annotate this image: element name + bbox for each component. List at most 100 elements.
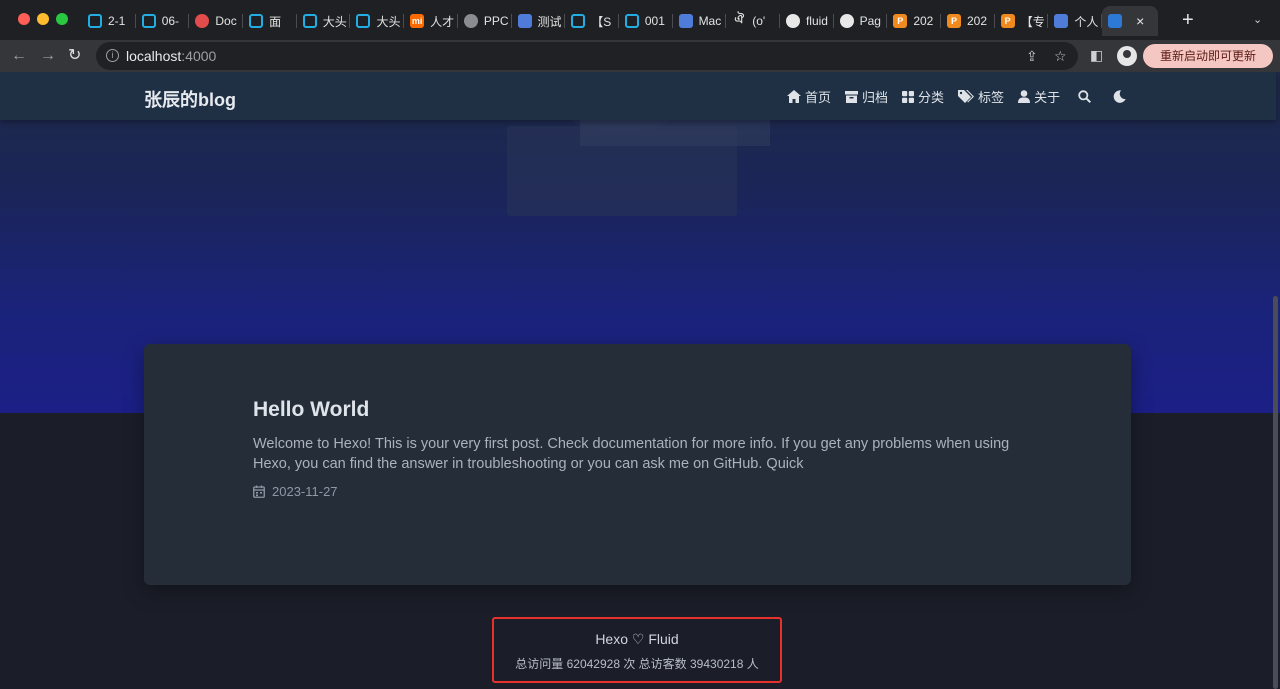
- browser-tab[interactable]: 001: [619, 6, 673, 36]
- browser-tab[interactable]: mi 人才: [404, 6, 458, 36]
- browser-tab[interactable]: Pag: [834, 6, 888, 36]
- bilibili-icon: [249, 14, 264, 28]
- nav-label: 关于: [1034, 90, 1061, 105]
- page-scrollbar[interactable]: [1273, 296, 1278, 689]
- tab-label: (o': [752, 14, 766, 28]
- browser-tab[interactable]: 大头: [297, 6, 351, 36]
- forward-arrow-icon[interactable]: →: [40, 46, 56, 66]
- post-excerpt[interactable]: Welcome to Hexo! This is your very first…: [253, 434, 1023, 474]
- url-host: localhost: [126, 48, 182, 64]
- relaunch-update-button[interactable]: 重新启动即可更新: [1143, 44, 1273, 68]
- ppt-icon: P: [1000, 14, 1015, 28]
- bilibili-icon: [571, 14, 586, 28]
- globe-icon: [463, 14, 478, 28]
- fluid-icon: [1108, 14, 1123, 28]
- browser-tab[interactable]: fluid: [780, 6, 834, 36]
- bookmark-star-icon[interactable]: ☆: [1054, 48, 1067, 65]
- mi-icon: mi: [410, 14, 425, 28]
- tab-label: 202: [967, 14, 988, 28]
- user-icon: [1018, 90, 1031, 103]
- tab-label: fluid: [805, 14, 828, 28]
- browser-tab[interactable]: ঐ (o': [726, 6, 780, 36]
- site-brand[interactable]: 张辰的blog: [144, 86, 236, 112]
- red-circle-icon: [195, 14, 210, 28]
- ppt-icon: P: [947, 14, 961, 28]
- footer-visit-stats: 总访问量 62042928 次 总访客数 39430218 人: [515, 657, 759, 671]
- tab-label: 2-1: [108, 14, 126, 28]
- tab-search-chevron-icon[interactable]: ⌄: [1253, 13, 1262, 26]
- nav-item-about[interactable]: 关于: [1018, 87, 1060, 106]
- address-bar[interactable]: i localhost:4000 ⇪ ☆: [96, 42, 1078, 70]
- page-viewport: 张辰的blog 首页 归档 分类 标签 关于 Hello World Welco…: [0, 72, 1280, 689]
- nav-item-tags[interactable]: 标签: [958, 87, 1004, 106]
- minimize-window-button[interactable]: [37, 13, 49, 25]
- browser-tab[interactable]: 2-1: [82, 6, 136, 36]
- doc-icon: [1054, 14, 1069, 28]
- tab-label: 个人: [1074, 14, 1099, 29]
- browser-tab[interactable]: P 202: [887, 6, 941, 36]
- post-title[interactable]: Hello World: [253, 398, 369, 422]
- nav-item-categories[interactable]: 分类: [902, 87, 944, 106]
- nav-label: 标签: [978, 90, 1005, 105]
- bilibili-icon: [302, 14, 317, 28]
- post-card: Hello World Welcome to Hexo! This is you…: [144, 344, 1131, 585]
- tab-label: Doc: [215, 14, 237, 28]
- grid-icon: [902, 90, 915, 103]
- browser-toolbar: ← → ↻ i localhost:4000 ⇪ ☆ ◧ 重新启动即可更新: [0, 40, 1280, 72]
- nav-menu: 首页 归档 分类 标签 关于: [787, 87, 1144, 106]
- browser-tab[interactable]: 【S: [565, 6, 619, 36]
- zoom-window-button[interactable]: [56, 13, 68, 25]
- nav-item-home[interactable]: 首页: [787, 87, 831, 106]
- browser-tab[interactable]: 06-: [136, 6, 190, 36]
- new-tab-button[interactable]: +: [1182, 9, 1194, 31]
- url-text[interactable]: localhost:4000: [126, 48, 216, 64]
- browser-tab-strip: 2-1 06- Doc 面 大头 大头 mi 人才 PPC 测试 【S 001 M…: [0, 0, 1280, 40]
- github-icon: [839, 14, 854, 28]
- ppt-icon: P: [893, 14, 908, 28]
- tab-label: Mac: [698, 14, 722, 28]
- doc-icon: [678, 14, 693, 28]
- reload-icon[interactable]: ↻: [68, 46, 81, 66]
- site-navbar: 张辰的blog 首页 归档 分类 标签 关于: [0, 72, 1276, 120]
- bilibili-icon: [141, 14, 156, 28]
- dark-mode-toggle[interactable]: [1113, 90, 1126, 103]
- post-meta: 2023-11-27: [253, 484, 338, 499]
- symbol-icon: ঐ: [734, 12, 745, 26]
- active-browser-tab[interactable]: ×: [1102, 6, 1159, 36]
- tab-label: 测试: [537, 14, 562, 29]
- bilibili-icon: [356, 14, 371, 28]
- back-arrow-icon[interactable]: ←: [11, 46, 27, 66]
- browser-tab[interactable]: Mac: [673, 6, 727, 36]
- tab-label: 【专: [1020, 14, 1045, 29]
- bilibili-icon: [624, 14, 639, 28]
- search-button[interactable]: [1078, 90, 1092, 103]
- nav-label: 归档: [862, 90, 889, 105]
- browser-tab[interactable]: 个人: [1048, 6, 1102, 36]
- tab-label: 人才: [430, 14, 455, 29]
- banner-decoration: [580, 120, 770, 146]
- home-icon: [787, 90, 801, 103]
- tab-label: 面: [269, 14, 282, 29]
- browser-tab[interactable]: 面: [243, 6, 297, 36]
- browser-tab[interactable]: P 202: [941, 6, 995, 36]
- footer-powered-by[interactable]: Hexo ♡ Fluid: [494, 631, 780, 648]
- moon-icon: [1113, 90, 1126, 103]
- share-icon[interactable]: ⇪: [1026, 48, 1038, 65]
- profile-avatar-icon[interactable]: [1117, 46, 1137, 66]
- tab-label: 001: [644, 14, 665, 28]
- browser-tab[interactable]: PPC: [458, 6, 512, 36]
- close-window-button[interactable]: [18, 13, 30, 25]
- side-panel-icon[interactable]: ◧: [1090, 47, 1103, 64]
- tab-label: 【S: [591, 14, 612, 29]
- browser-tab[interactable]: P 【专: [995, 6, 1049, 36]
- browser-tab[interactable]: 测试: [512, 6, 566, 36]
- post-date: 2023-11-27: [272, 484, 338, 499]
- search-icon: [1078, 90, 1092, 103]
- close-tab-icon[interactable]: ×: [1136, 13, 1144, 29]
- site-footer: Hexo ♡ Fluid 总访问量 62042928 次 总访客数 394302…: [492, 617, 782, 683]
- browser-tab[interactable]: Doc: [189, 6, 243, 36]
- nav-item-archive[interactable]: 归档: [845, 87, 888, 106]
- site-info-icon[interactable]: i: [106, 49, 119, 62]
- browser-tab[interactable]: 大头: [350, 6, 404, 36]
- nav-label: 分类: [918, 90, 945, 105]
